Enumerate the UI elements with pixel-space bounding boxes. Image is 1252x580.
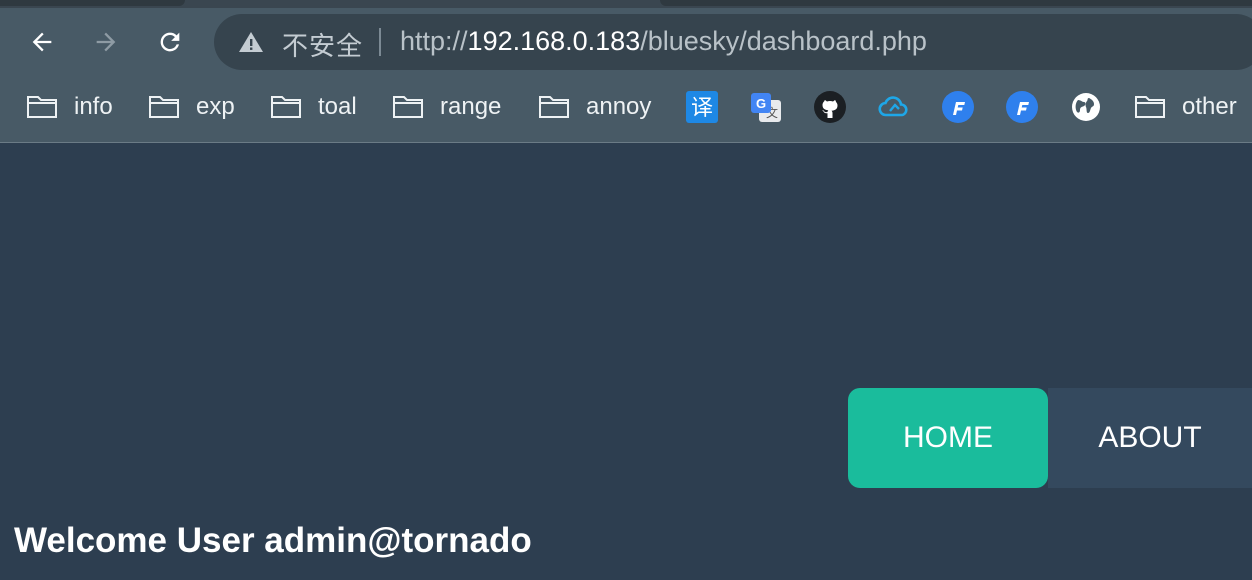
folder-icon <box>27 96 57 118</box>
bookmark-google-translate[interactable]: 文G <box>749 90 783 124</box>
bookmark-folder-other[interactable]: other <box>1134 84 1237 130</box>
folder-icon <box>539 96 569 118</box>
folder-icon <box>149 96 179 118</box>
bookmark-folder-annoy[interactable]: annoy <box>538 84 651 130</box>
bookmark-label: other <box>1182 93 1237 120</box>
tab-strip <box>0 0 1252 8</box>
address-bar[interactable]: 不安全 http://192.168.0.183/bluesky/dashboa… <box>214 14 1252 70</box>
translate-icon: 译 <box>686 91 718 123</box>
fofa-icon <box>1006 91 1038 123</box>
warning-icon <box>239 32 263 52</box>
globe-icon <box>1072 93 1100 121</box>
url-host: 192.168.0.183 <box>467 26 641 56</box>
menu-home-link[interactable]: HOME <box>848 388 1048 488</box>
reload-button[interactable] <box>150 22 190 62</box>
github-icon <box>814 91 846 123</box>
address-divider <box>379 28 381 56</box>
bookmark-label: range <box>440 93 502 120</box>
reload-icon <box>160 32 180 52</box>
bookmarks-bar: info exp toal range annoy 译 文G other <box>0 84 1252 130</box>
url-scheme: http:// <box>400 26 468 56</box>
bookmark-folder-info[interactable]: info <box>26 84 113 130</box>
cloud-icon <box>878 96 908 117</box>
svg-text:译: 译 <box>691 96 713 121</box>
folder-icon <box>1135 96 1165 118</box>
bookmark-label: toal <box>318 93 357 120</box>
bookmark-fofa[interactable] <box>941 90 975 124</box>
google-translate-icon: 文G <box>751 93 781 122</box>
browser-toolbar: 不安全 http://192.168.0.183/bluesky/dashboa… <box>0 0 1252 143</box>
security-label[interactable]: 不安全 <box>282 26 363 63</box>
welcome-message: Welcome User admin@tornado <box>14 521 532 560</box>
bookmark-translate[interactable]: 译 <box>685 90 719 124</box>
arrow-right-icon <box>96 32 116 52</box>
bookmark-github[interactable] <box>813 90 847 124</box>
bookmark-label: exp <box>196 93 235 120</box>
bookmark-globe[interactable] <box>1069 90 1103 124</box>
main-menu: HOME ABOUT <box>848 388 1252 488</box>
back-button[interactable] <box>22 22 62 62</box>
bookmark-folder-range[interactable]: range <box>392 84 501 130</box>
folder-icon <box>271 96 301 118</box>
url-path: /bluesky/dashboard.php <box>640 26 927 56</box>
fofa-icon <box>942 91 974 123</box>
url-text[interactable]: http://192.168.0.183/bluesky/dashboard.p… <box>400 26 927 57</box>
bookmark-cloud[interactable] <box>877 90 911 124</box>
bookmark-label: info <box>74 93 113 120</box>
menu-about-link[interactable]: ABOUT <box>1048 388 1252 488</box>
bookmark-folder-toal[interactable]: toal <box>270 84 357 130</box>
tab-edge-right <box>660 0 1252 6</box>
arrow-left-icon <box>32 32 52 52</box>
bookmark-fofa-2[interactable] <box>1005 90 1039 124</box>
bookmark-folder-exp[interactable]: exp <box>148 84 235 130</box>
forward-button[interactable] <box>86 22 126 62</box>
svg-text:G: G <box>756 96 766 111</box>
bookmark-label: annoy <box>586 93 652 120</box>
folder-icon <box>393 96 423 118</box>
tab-edge-left <box>0 0 185 6</box>
